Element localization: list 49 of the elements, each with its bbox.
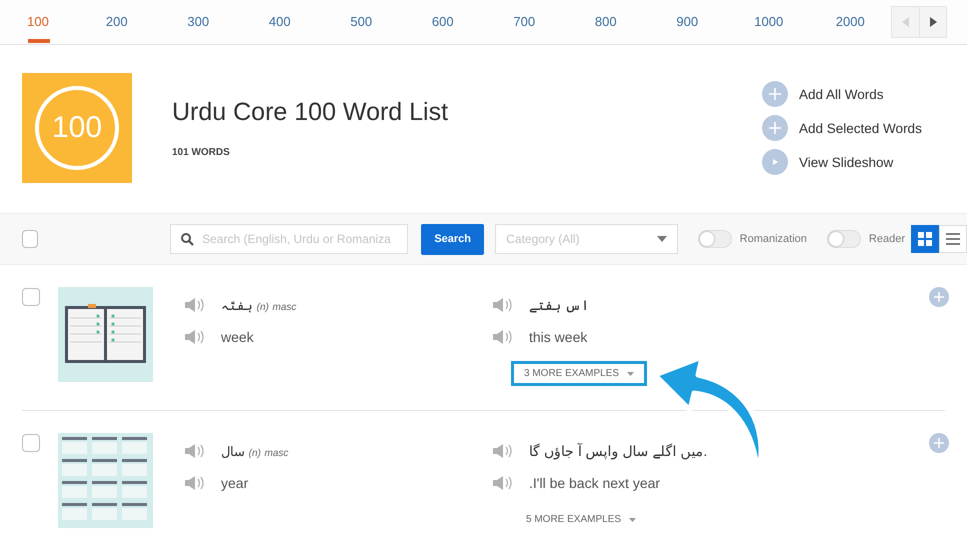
search-icon bbox=[181, 233, 194, 246]
level-tab[interactable]: 2000 bbox=[810, 1, 891, 43]
action-link[interactable]: Add Selected Words bbox=[762, 115, 967, 141]
list-title: Urdu Core 100 Word List bbox=[172, 98, 450, 127]
english-word: year bbox=[221, 475, 248, 491]
level-tab[interactable]: 800 bbox=[565, 1, 646, 43]
toggle-label: Romanization bbox=[740, 233, 807, 245]
level-tab[interactable]: 900 bbox=[646, 1, 728, 43]
word-checkbox[interactable] bbox=[22, 288, 40, 306]
level-tab[interactable]: 200 bbox=[76, 1, 158, 43]
caret-icon bbox=[656, 236, 667, 242]
toggle-switch[interactable] bbox=[698, 230, 732, 248]
grid-icon bbox=[918, 232, 932, 246]
list-logo: 100 bbox=[22, 73, 132, 183]
plus-icon[interactable] bbox=[929, 433, 949, 453]
level-tab[interactable]: 700 bbox=[484, 1, 565, 43]
word-count: 101 WORDS bbox=[172, 147, 231, 158]
plus-icon bbox=[762, 81, 788, 107]
word-checkbox[interactable] bbox=[22, 434, 40, 452]
right-triangle-icon bbox=[929, 17, 937, 27]
search-field[interactable]: Search (English, Urdu or Romaniza bbox=[170, 224, 408, 254]
action-link[interactable]: View Slideshow bbox=[762, 149, 967, 175]
level-tab[interactable]: 400 bbox=[239, 1, 320, 43]
level-tab[interactable]: 100 bbox=[0, 1, 76, 43]
urdu-example: میں اگلے سال واپس آ جاؤں گا. bbox=[529, 443, 708, 459]
more-examples-button[interactable]: 3 MORE EXAMPLES bbox=[511, 361, 648, 386]
left-triangle-icon bbox=[902, 17, 910, 27]
level-tab[interactable]: 600 bbox=[402, 1, 484, 43]
search-button[interactable]: Search bbox=[421, 224, 484, 254]
toggle-switch[interactable] bbox=[826, 230, 861, 248]
caret-icon bbox=[629, 518, 636, 522]
plus-icon bbox=[762, 115, 788, 141]
urdu-example: اس ہفتے bbox=[529, 297, 589, 313]
level-tab[interactable]: 300 bbox=[158, 1, 239, 43]
caret-icon bbox=[627, 372, 634, 376]
english-example: this week bbox=[529, 329, 588, 345]
toggle-label: Reader bbox=[868, 233, 905, 245]
list-icon bbox=[946, 233, 960, 245]
next-button[interactable] bbox=[919, 7, 946, 37]
action-link[interactable]: Add All Words bbox=[762, 81, 967, 107]
level-tab[interactable]: 1000 bbox=[728, 1, 810, 43]
level-tab[interactable]: 500 bbox=[320, 1, 402, 43]
play-icon bbox=[762, 149, 788, 175]
plus-icon[interactable] bbox=[929, 287, 949, 307]
english-word: week bbox=[221, 329, 254, 345]
grid-view-button[interactable] bbox=[911, 225, 939, 253]
english-example: .I'll be back next year bbox=[529, 475, 660, 491]
select-all-checkbox[interactable] bbox=[22, 230, 38, 248]
list-view-button[interactable] bbox=[939, 225, 967, 253]
